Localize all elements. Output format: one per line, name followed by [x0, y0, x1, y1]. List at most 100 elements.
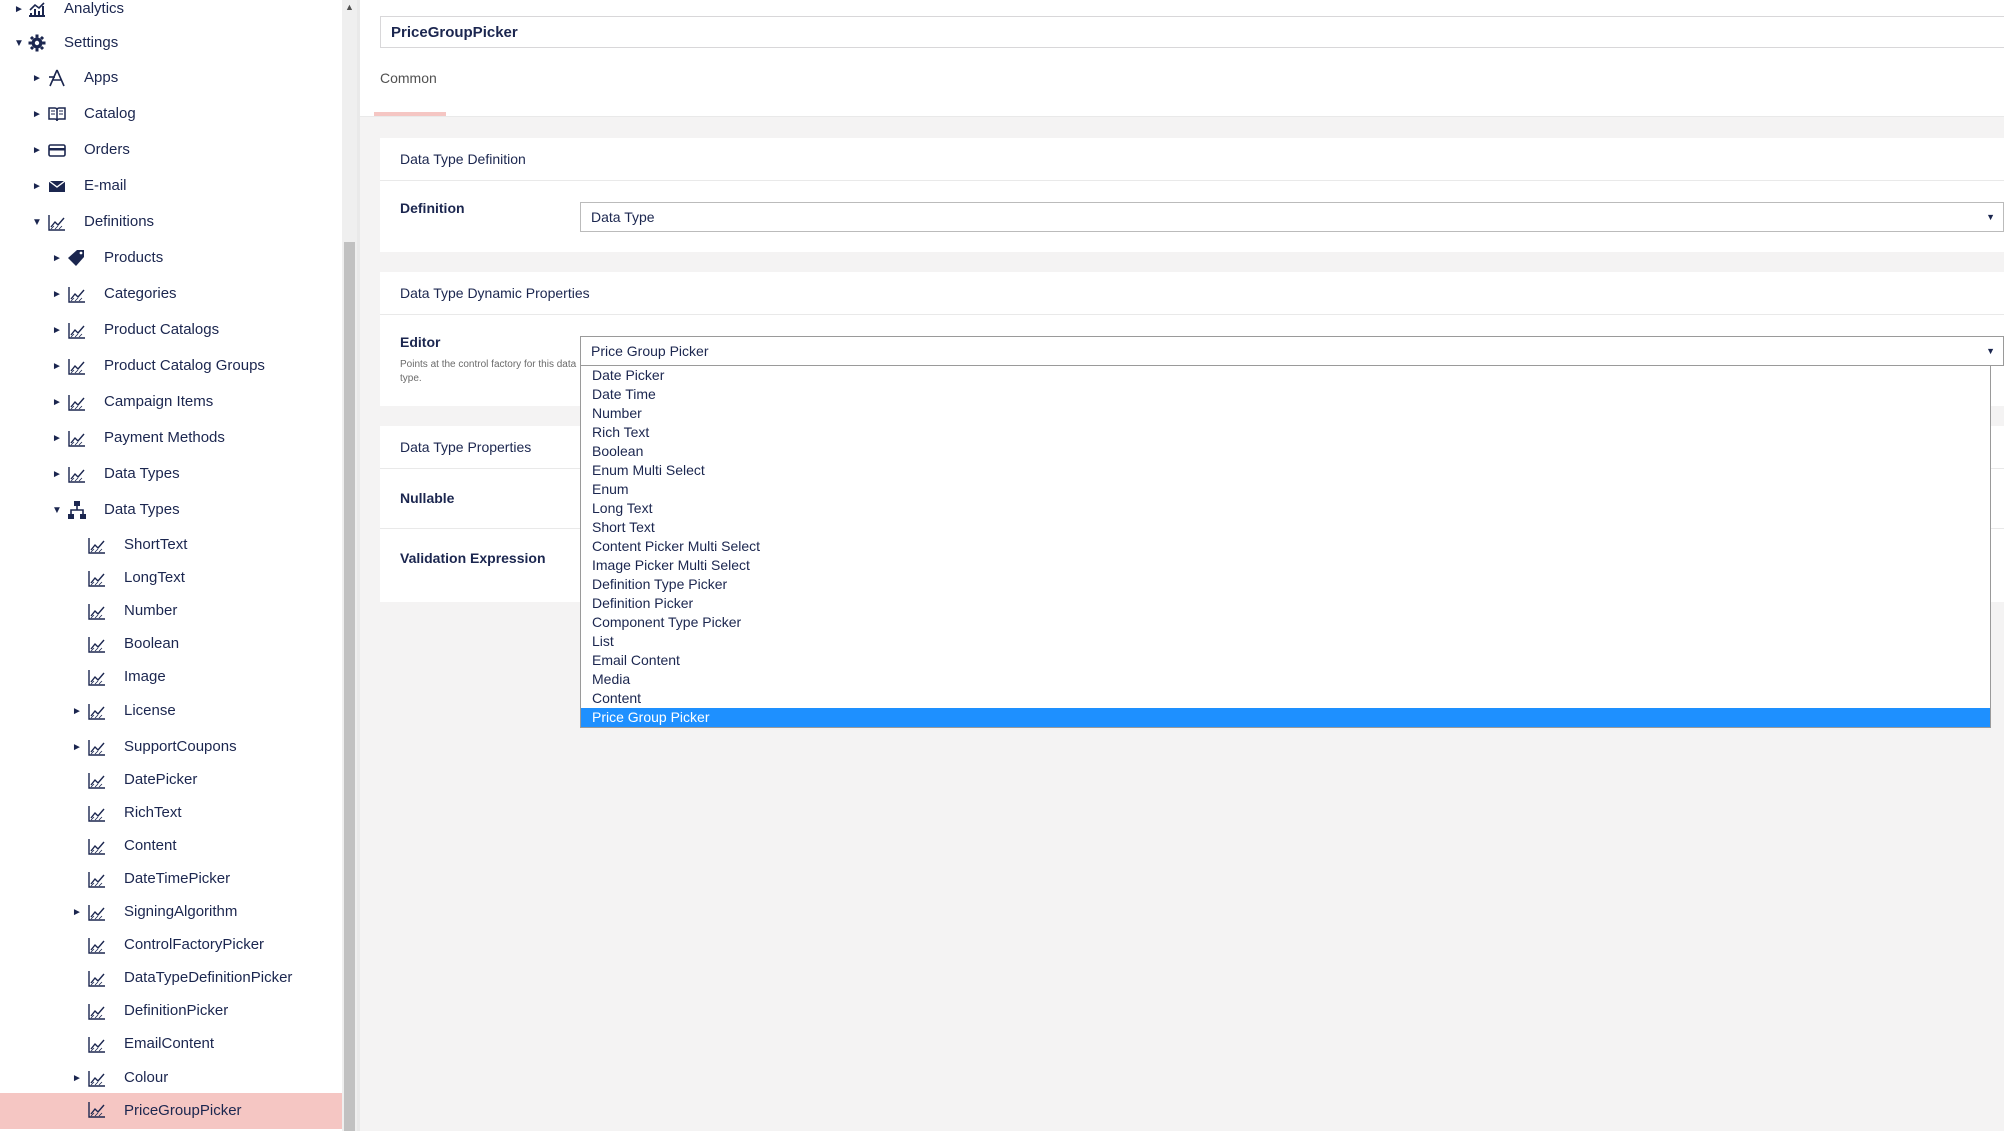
dropdown-option[interactable]: Short Text: [581, 518, 1990, 537]
sidebar-item-label: Number: [124, 602, 178, 619]
dropdown-option[interactable]: Rich Text: [581, 423, 1990, 442]
sidebar-item-pricegrouppicker[interactable]: PriceGroupPicker: [0, 1093, 342, 1129]
panel-title: Data Type Properties: [400, 439, 532, 455]
sidebar-item-controlfactorypicker[interactable]: ControlFactoryPicker: [0, 929, 342, 961]
sidebar-item-label: Colour: [124, 1069, 169, 1086]
dropdown-option[interactable]: Image Picker Multi Select: [581, 556, 1990, 575]
sidebar-item-e-mail[interactable]: ► E-mail: [0, 170, 342, 202]
sidebar-item-shorttext[interactable]: ShortText: [0, 529, 342, 561]
sidebar-item-emailcontent[interactable]: EmailContent: [0, 1028, 342, 1060]
dropdown-option[interactable]: Content Picker Multi Select: [581, 537, 1990, 556]
sidebar-item-content[interactable]: Content: [0, 830, 342, 862]
sidebar-item-catalog[interactable]: ► Catalog: [0, 98, 342, 130]
sidebar-item-signingalgorithm[interactable]: ► SigningAlgorithm: [0, 896, 342, 928]
caret-right-icon[interactable]: ►: [50, 286, 64, 302]
dropdown-option[interactable]: Long Text: [581, 499, 1990, 518]
sidebar-item-label: Definitions: [84, 213, 155, 230]
caret-right-icon[interactable]: ►: [70, 703, 84, 719]
sidebar-item-settings[interactable]: ▼ Settings: [0, 27, 342, 59]
dropdown-option[interactable]: Price Group Picker: [581, 708, 1990, 727]
credit-card-icon: [46, 139, 68, 161]
sidebar-item-image[interactable]: Image: [0, 661, 342, 693]
sidebar-item-campaign-items[interactable]: ► Campaign Items: [0, 386, 342, 418]
sidebar-item-products[interactable]: ► Products: [0, 242, 342, 274]
caret-right-icon[interactable]: ►: [12, 1, 26, 17]
sidebar-item-longtext[interactable]: LongText: [0, 562, 342, 594]
caret-right-icon[interactable]: ►: [30, 70, 44, 86]
caret-down-icon[interactable]: ▼: [12, 35, 26, 51]
chart-line-icon: [46, 211, 68, 233]
sidebar-item-richtext[interactable]: RichText: [0, 797, 342, 829]
sidebar-item-product-catalogs[interactable]: ► Product Catalogs: [0, 314, 342, 346]
chevron-down-icon: ▼: [1986, 212, 1995, 222]
dropdown-option[interactable]: Date Time: [581, 385, 1990, 404]
caret-right-icon[interactable]: ►: [50, 466, 64, 482]
book-icon: [46, 103, 68, 125]
caret-right-icon[interactable]: ►: [50, 250, 64, 266]
sidebar-item-label: DataTypeDefinitionPicker: [124, 969, 293, 986]
definition-select[interactable]: Data Type ▼: [580, 202, 2004, 232]
dropdown-option[interactable]: Content: [581, 689, 1990, 708]
sidebar-item-supportcoupons[interactable]: ► SupportCoupons: [0, 731, 342, 763]
caret-right-icon[interactable]: ►: [50, 358, 64, 374]
sidebar-item-data-types[interactable]: ► Data Types: [0, 458, 342, 490]
sidebar-item-number[interactable]: Number: [0, 595, 342, 627]
editor-dropdown-list: Date Picker Date Time Number Rich Text Boole…: [580, 366, 1991, 728]
dropdown-option[interactable]: Enum: [581, 480, 1990, 499]
caret-right-icon[interactable]: ►: [30, 106, 44, 122]
dropdown-option[interactable]: Number: [581, 404, 1990, 423]
dropdown-option[interactable]: List: [581, 632, 1990, 651]
dropdown-option[interactable]: Media: [581, 670, 1990, 689]
caret-right-icon[interactable]: ►: [70, 904, 84, 920]
chart-line-icon: [86, 700, 108, 722]
sidebar-item-label: Categories: [104, 285, 177, 302]
name-input[interactable]: PriceGroupPicker: [380, 16, 2004, 48]
sidebar-scrollbar-thumb[interactable]: [344, 242, 355, 1131]
caret-right-icon[interactable]: ►: [70, 1070, 84, 1086]
sidebar-item-label: Product Catalogs: [104, 321, 220, 338]
dropdown-option[interactable]: Enum Multi Select: [581, 461, 1990, 480]
dropdown-option[interactable]: Definition Type Picker: [581, 575, 1990, 594]
sidebar-item-label: Apps: [84, 69, 119, 86]
chart-line-icon: [86, 1000, 108, 1022]
editor-select[interactable]: Price Group Picker ▼: [580, 336, 2004, 366]
sidebar-item-definitions[interactable]: ▼ Definitions: [0, 206, 342, 238]
sidebar-item-analytics[interactable]: ► Analytics: [0, 0, 342, 25]
caret-down-icon[interactable]: ▼: [30, 214, 44, 230]
apps-icon: [46, 67, 68, 89]
caret-right-icon[interactable]: ►: [70, 739, 84, 755]
sidebar-item-boolean[interactable]: Boolean: [0, 628, 342, 660]
caret-right-icon[interactable]: ►: [50, 322, 64, 338]
sidebar-item-label: Data Types: [104, 501, 180, 518]
sidebar-item-datetimepicker[interactable]: DateTimePicker: [0, 863, 342, 895]
sidebar-item-definitionpicker[interactable]: DefinitionPicker: [0, 995, 342, 1027]
sidebar-item-label: Analytics: [64, 0, 125, 17]
caret-right-icon[interactable]: ►: [50, 430, 64, 446]
sidebar-item-license[interactable]: ► License: [0, 695, 342, 727]
chart-line-icon: [86, 835, 108, 857]
dropdown-option[interactable]: Date Picker: [581, 366, 1990, 385]
nullable-label: Nullable: [400, 490, 455, 506]
sitemap-icon: [66, 499, 88, 521]
sidebar-item-apps[interactable]: ► Apps: [0, 62, 342, 94]
sidebar-item-payment-methods[interactable]: ► Payment Methods: [0, 422, 342, 454]
sidebar-item-datatypedefinitionpicker[interactable]: DataTypeDefinitionPicker: [0, 962, 342, 994]
sidebar-item-data-types[interactable]: ▼ Data Types: [0, 494, 342, 526]
caret-right-icon[interactable]: ►: [30, 178, 44, 194]
chart-line-icon: [66, 391, 88, 413]
sidebar-item-product-catalog-groups[interactable]: ► Product Catalog Groups: [0, 350, 342, 382]
sidebar-item-colour[interactable]: ► Colour: [0, 1062, 342, 1094]
sidebar-item-datepicker[interactable]: DatePicker: [0, 764, 342, 796]
caret-right-icon[interactable]: ►: [50, 394, 64, 410]
dropdown-option[interactable]: Component Type Picker: [581, 613, 1990, 632]
dropdown-option[interactable]: Boolean: [581, 442, 1990, 461]
tab-common[interactable]: Common: [380, 70, 437, 86]
dropdown-option[interactable]: Email Content: [581, 651, 1990, 670]
chart-line-icon: [86, 1033, 108, 1055]
sidebar-item-orders[interactable]: ► Orders: [0, 134, 342, 166]
scroll-up-arrow-icon[interactable]: ▲: [344, 0, 355, 14]
caret-down-icon[interactable]: ▼: [50, 502, 64, 518]
sidebar-item-categories[interactable]: ► Categories: [0, 278, 342, 310]
caret-right-icon[interactable]: ►: [30, 142, 44, 158]
dropdown-option[interactable]: Definition Picker: [581, 594, 1990, 613]
